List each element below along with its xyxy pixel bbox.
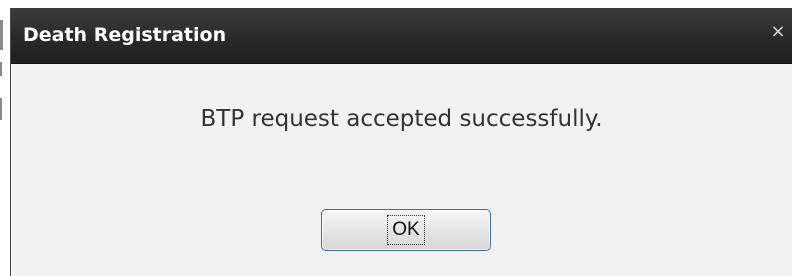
dialog-title: Death Registration	[23, 24, 227, 46]
dialog-message: BTP request accepted successfully.	[200, 106, 603, 132]
background-page-edge	[0, 0, 10, 276]
background-edge-mark	[0, 98, 2, 120]
message-dialog: Death Registration × BTP request accepte…	[10, 8, 792, 276]
close-icon[interactable]: ×	[768, 20, 788, 44]
background-edge-mark	[0, 20, 3, 50]
ok-button[interactable]: OK	[321, 209, 491, 251]
dialog-titlebar[interactable]: Death Registration ×	[11, 8, 792, 64]
ok-button-label: OK	[387, 215, 425, 245]
background-edge-mark	[0, 62, 2, 76]
page: Death Registration × BTP request accepte…	[0, 0, 792, 276]
